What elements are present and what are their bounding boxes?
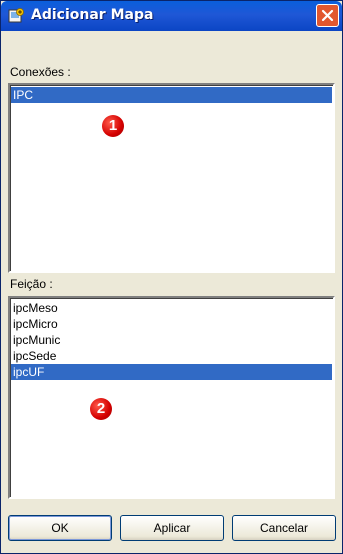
window-title: Adicionar Mapa [31, 7, 154, 23]
list-item[interactable]: IPC [11, 87, 332, 103]
ok-button[interactable]: OK [8, 515, 112, 541]
connections-list[interactable]: IPC 1 [8, 83, 335, 273]
list-item[interactable]: ipcMeso [11, 300, 332, 316]
marker-2: 2 [90, 398, 112, 420]
list-item[interactable]: ipcMicro [11, 316, 332, 332]
close-button[interactable] [316, 4, 339, 27]
connections-label: Conexões : [10, 65, 71, 79]
title-bar[interactable]: Adicionar Mapa [1, 1, 342, 31]
apply-button[interactable]: Aplicar [120, 515, 224, 541]
add-map-icon [8, 8, 24, 24]
close-icon [321, 9, 334, 22]
marker-1: 1 [102, 115, 124, 137]
cancel-button[interactable]: Cancelar [232, 515, 336, 541]
list-item[interactable]: ipcUF [11, 364, 332, 380]
features-list[interactable]: ipcMeso ipcMicro ipcMunic ipcSede ipcUF … [8, 296, 335, 499]
add-map-dialog: Adicionar Mapa Conexões : IPC 1 Feição :… [0, 0, 343, 554]
list-item[interactable]: ipcSede [11, 348, 332, 364]
list-item[interactable]: ipcMunic [11, 332, 332, 348]
features-label: Feição : [10, 277, 53, 291]
